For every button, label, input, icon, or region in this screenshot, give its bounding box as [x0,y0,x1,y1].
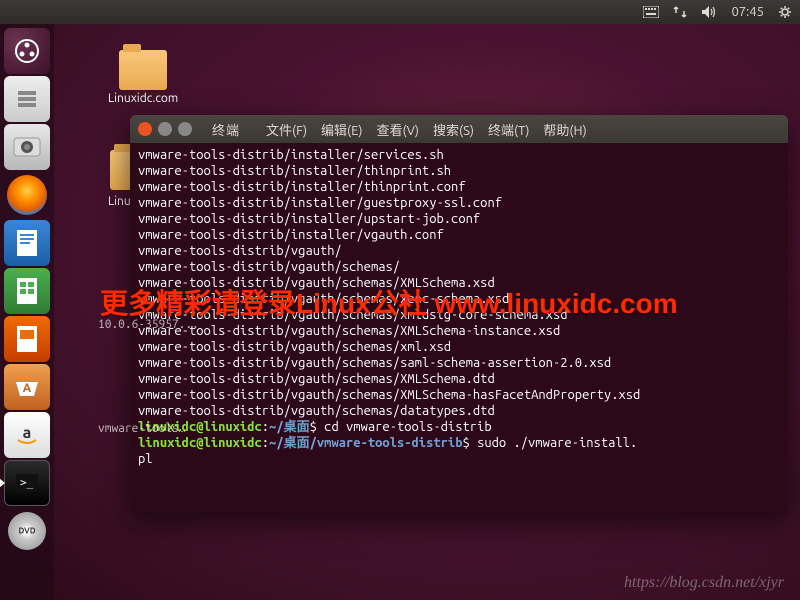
svg-text:>_: >_ [20,476,34,489]
terminal-line: vmware-tools-distrib/installer/vgauth.co… [138,228,444,242]
terminal-line: vmware-tools-distrib/installer/thinprint… [138,180,466,194]
menu-help[interactable]: 帮助(H) [543,120,586,139]
terminal-line: vmware-tools-distrib/installer/services.… [138,148,444,162]
launcher-writer[interactable] [4,220,50,266]
clock[interactable]: 07:45 [731,5,764,19]
launcher-calc[interactable] [4,268,50,314]
unity-launcher: A a >_ DVD [0,24,54,600]
prompt-command: cd vmware-tools-distrib [324,420,491,434]
volume-icon[interactable] [701,5,717,19]
window-minimize-button[interactable] [158,122,172,136]
menu-edit[interactable]: 编辑(E) [321,120,362,139]
terminal-line: vmware-tools-distrib/installer/thinprint… [138,164,451,178]
prompt-command: sudo ./vmware-install. [477,436,637,450]
terminal-line: vmware-tools-distrib/vgauth/schemas/XMLS… [138,388,640,402]
svg-text:A: A [23,382,32,395]
window-close-button[interactable] [138,122,152,136]
launcher-amazon[interactable]: a [4,412,50,458]
prompt-userhost: linuxidc@linuxidc [138,436,262,450]
terminal-line: vmware-tools-distrib/vgauth/schemas/XMLS… [138,324,560,338]
prompt-path: ~/桌面 [269,420,310,434]
gear-icon[interactable] [778,5,792,19]
svg-text:a: a [23,424,32,442]
menu-search[interactable]: 搜索(S) [433,120,474,139]
menu-file[interactable]: 文件(F) [266,120,307,139]
terminal-line: vmware-tools-distrib/vgauth/schemas/data… [138,404,495,418]
launcher-disc[interactable]: DVD [4,508,50,554]
terminal-line: vmware-tools-distrib/installer/guestprox… [138,196,502,210]
prompt-command-cont: pl [138,452,153,466]
desktop-icon-label: Linuxidc.com [108,92,178,105]
menu-terminal[interactable]: 终端(T) [488,120,529,139]
watermark-csdn: https://blog.csdn.net/xjyr [624,574,784,592]
launcher-dash[interactable] [4,28,50,74]
launcher-impress[interactable] [4,316,50,362]
terminal-line: vmware-tools-distrib/vgauth/schemas/XMLS… [138,372,495,386]
launcher-terminal[interactable]: >_ [4,460,50,506]
window-maximize-button[interactable] [178,122,192,136]
launcher-software-center[interactable]: A [4,364,50,410]
desktop-folder-linuxidc[interactable]: Linuxidc.com [108,50,178,105]
watermark-red: 更多精彩请登录Linux公社 www.linuxidc.com [100,282,678,322]
terminal-line: vmware-tools-distrib/vgauth/schemas/xml.… [138,340,451,354]
terminal-line: vmware-tools-distrib/vgauth/ [138,244,342,258]
folder-icon [119,50,167,90]
prompt-path: ~/桌面/vmware-tools-distrib [269,436,462,450]
launcher-image-viewer[interactable] [4,124,50,170]
terminal-line: vmware-tools-distrib/vgauth/schemas/saml… [138,356,611,370]
menubar: 文件(F) 编辑(E) 查看(V) 搜索(S) 终端(T) 帮助(H) [266,120,587,139]
keyboard-icon[interactable] [643,6,659,18]
terminal-line: vmware-tools-distrib/installer/upstart-j… [138,212,480,226]
desktop-icon-label: vmware-tools… [98,422,185,435]
launcher-files[interactable] [4,76,50,122]
network-icon[interactable] [673,5,687,19]
terminal-line: vmware-tools-distrib/vgauth/schemas/ [138,260,400,274]
window-title: 终端 [212,120,240,139]
window-titlebar[interactable]: 终端 文件(F) 编辑(E) 查看(V) 搜索(S) 终端(T) 帮助(H) [130,115,788,143]
top-menubar: 07:45 [0,0,800,24]
launcher-firefox[interactable] [4,172,50,218]
menu-view[interactable]: 查看(V) [377,120,419,139]
